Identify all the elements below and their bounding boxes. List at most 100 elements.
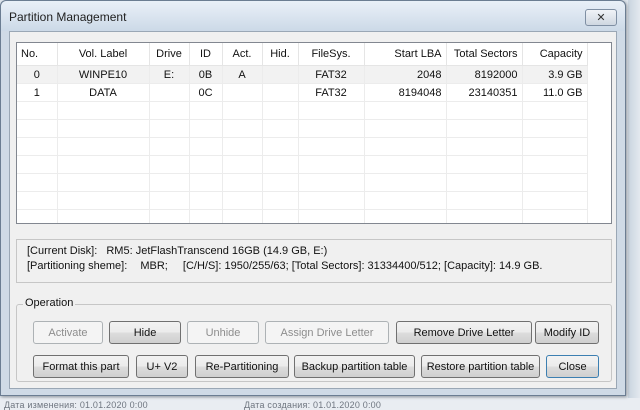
- format-partition-button[interactable]: Format this part: [33, 355, 129, 378]
- empty-cell: [57, 191, 150, 210]
- empty-cell: [522, 173, 588, 192]
- re-partitioning-button[interactable]: Re-Partitioning: [195, 355, 289, 378]
- empty-cell: [298, 137, 365, 156]
- empty-cell: [522, 137, 588, 156]
- empty-cell: [57, 155, 150, 174]
- cell-start-lba: 8194048: [364, 83, 447, 102]
- col-header-start-lba[interactable]: Start LBA: [364, 43, 447, 66]
- empty-cell: [149, 155, 190, 174]
- background-status-right: Дата создания: 01.01.2020 0:00: [244, 400, 382, 410]
- background-status-left: Дата изменения: 01.01.2020 0:00: [4, 400, 148, 410]
- empty-cell: [364, 155, 447, 174]
- unhide-button[interactable]: Unhide: [187, 321, 259, 344]
- empty-cell: [57, 119, 150, 138]
- hide-button[interactable]: Hide: [109, 321, 181, 344]
- empty-cell: [446, 191, 523, 210]
- empty-cell: [446, 137, 523, 156]
- disk-info-panel: [Current Disk]: RM5: JetFlashTranscend 1…: [16, 239, 612, 283]
- empty-cell: [17, 209, 58, 223]
- empty-cell: [17, 173, 58, 192]
- cell-act: A: [222, 65, 263, 84]
- close-button[interactable]: Close: [546, 355, 599, 378]
- empty-cell: [364, 119, 447, 138]
- cell-total-sectors: 8192000: [446, 65, 523, 84]
- empty-cell: [57, 209, 150, 223]
- activate-button[interactable]: Activate: [33, 321, 103, 344]
- col-header-total-sectors[interactable]: Total Sectors: [446, 43, 523, 66]
- empty-cell: [222, 173, 263, 192]
- empty-cell: [522, 191, 588, 210]
- empty-cell: [522, 155, 588, 174]
- empty-cell: [522, 209, 588, 223]
- empty-cell: [262, 101, 299, 120]
- table-row[interactable]: 1 DATA 0C FAT32 8194048 23140351 11.0 GB: [17, 83, 588, 102]
- empty-cell: [262, 119, 299, 138]
- empty-cell: [189, 119, 223, 138]
- partitioning-scheme-label: [Partitioning sheme]:: [27, 260, 128, 272]
- partition-table[interactable]: No. Vol. Label Drive ID Act. Hid. FileSy…: [16, 42, 612, 224]
- empty-cell: [57, 101, 150, 120]
- cell-capacity: 11.0 GB: [522, 83, 588, 102]
- empty-cell: [262, 191, 299, 210]
- empty-cell: [446, 209, 523, 223]
- cell-hid: [262, 65, 299, 84]
- col-header-id[interactable]: ID: [189, 43, 223, 66]
- table-header-row: No. Vol. Label Drive ID Act. Hid. FileSy…: [17, 43, 588, 66]
- cell-vol-label: DATA: [57, 83, 150, 102]
- close-icon: ✕: [596, 12, 606, 24]
- empty-cell: [222, 209, 263, 223]
- empty-cell: [189, 173, 223, 192]
- cell-id: 0C: [189, 83, 223, 102]
- empty-cell: [298, 173, 365, 192]
- operation-group: Operation Activate Hide Unhide Assign Dr…: [16, 297, 612, 382]
- table-row-empty: [17, 119, 588, 138]
- col-header-act[interactable]: Act.: [222, 43, 263, 66]
- u-plus-v2-button[interactable]: U+ V2: [136, 355, 188, 378]
- col-header-capacity[interactable]: Capacity: [522, 43, 588, 66]
- col-header-filesys[interactable]: FileSys.: [298, 43, 365, 66]
- empty-cell: [446, 173, 523, 192]
- empty-cell: [149, 173, 190, 192]
- empty-cell: [446, 155, 523, 174]
- dialog-client-area: No. Vol. Label Drive ID Act. Hid. FileSy…: [9, 31, 617, 389]
- empty-cell: [298, 119, 365, 138]
- empty-cell: [222, 119, 263, 138]
- window-close-button[interactable]: ✕: [585, 9, 617, 26]
- empty-cell: [17, 137, 58, 156]
- title-bar[interactable]: Partition Management ✕: [1, 1, 625, 31]
- col-header-hid[interactable]: Hid.: [262, 43, 299, 66]
- window-title: Partition Management: [9, 10, 127, 24]
- empty-cell: [189, 155, 223, 174]
- table-row[interactable]: 0 WINPE10 E: 0B A FAT32 2048 8192000 3.9…: [17, 65, 588, 84]
- remove-drive-letter-button[interactable]: Remove Drive Letter: [396, 321, 532, 344]
- empty-cell: [364, 101, 447, 120]
- empty-cell: [446, 101, 523, 120]
- cell-act: [222, 83, 263, 102]
- partition-management-window: Partition Management ✕ No. Vol. Label Dr…: [0, 0, 626, 396]
- col-header-no[interactable]: No.: [17, 43, 58, 66]
- empty-cell: [522, 119, 588, 138]
- cell-no: 1: [17, 83, 58, 102]
- empty-cell: [298, 155, 365, 174]
- table-row-empty: [17, 101, 588, 120]
- modify-id-button[interactable]: Modify ID: [535, 321, 599, 344]
- empty-cell: [364, 209, 447, 223]
- empty-cell: [446, 119, 523, 138]
- empty-cell: [149, 191, 190, 210]
- restore-partition-table-button[interactable]: Restore partition table: [421, 355, 540, 378]
- empty-cell: [222, 137, 263, 156]
- disk-geometry-text: [C/H/S]: 1950/255/63; [Total Sectors]: 3…: [182, 260, 543, 272]
- cell-no: 0: [17, 65, 58, 84]
- current-disk-value: RM5: JetFlashTranscend 16GB (14.9 GB, E:…: [106, 245, 328, 257]
- empty-cell: [298, 191, 365, 210]
- col-header-vol-label[interactable]: Vol. Label: [57, 43, 150, 66]
- col-header-drive[interactable]: Drive: [149, 43, 190, 66]
- assign-drive-letter-button[interactable]: Assign Drive Letter: [265, 321, 389, 344]
- empty-cell: [17, 155, 58, 174]
- empty-cell: [262, 173, 299, 192]
- empty-cell: [57, 173, 150, 192]
- empty-cell: [262, 137, 299, 156]
- backup-partition-table-button[interactable]: Backup partition table: [294, 355, 415, 378]
- empty-cell: [364, 191, 447, 210]
- empty-cell: [149, 209, 190, 223]
